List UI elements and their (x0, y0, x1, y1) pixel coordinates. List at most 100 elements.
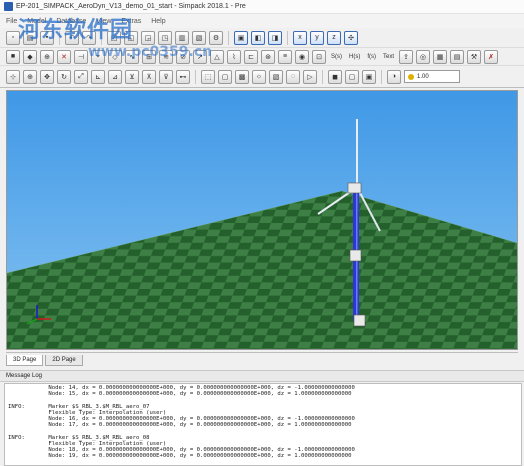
body-icon[interactable]: ■ (6, 49, 20, 64)
toolbar-separator (322, 69, 323, 84)
app-icon (4, 2, 13, 11)
axis-xyz-icon[interactable]: ✣ (344, 30, 358, 45)
background-icon[interactable]: ▧ (269, 69, 283, 84)
spline-icon[interactable]: ∿ (125, 49, 139, 64)
fit-icon[interactable]: ⤢ (74, 69, 88, 84)
menu-view[interactable]: View (96, 18, 111, 25)
sphere-icon[interactable]: ◑ (387, 69, 401, 84)
zoom-factor-field[interactable]: 1.00 (404, 70, 460, 83)
database-icon[interactable]: ◳ (158, 30, 172, 45)
show-joints-icon[interactable]: ⊻ (125, 69, 139, 84)
pan-icon[interactable]: ✥ (40, 69, 54, 84)
3d-viewport[interactable] (6, 90, 518, 350)
layers-icon[interactable]: ▤ (450, 49, 465, 64)
menu-file[interactable]: File (6, 18, 17, 25)
tower-mid-marker[interactable] (349, 249, 362, 262)
view-front-icon[interactable]: ▣ (234, 30, 248, 45)
cube-view-icon[interactable]: ◼ (328, 69, 342, 84)
transparency-icon[interactable]: ◌ (286, 69, 300, 84)
shading-icon[interactable]: ▩ (235, 69, 249, 84)
axis-y-icon[interactable]: y (310, 30, 324, 45)
control-icon[interactable]: ⊡ (312, 49, 326, 64)
toolbar-separator (195, 69, 196, 84)
animation-icon[interactable]: ▷ (303, 69, 317, 84)
select-icon[interactable]: ⊹ (6, 69, 20, 84)
menu-extras[interactable]: Extras (121, 18, 141, 25)
gear-pair-icon[interactable]: ⊛ (261, 49, 275, 64)
view-back-icon[interactable]: ◧ (251, 30, 265, 45)
settings-icon[interactable]: ⚙ (209, 30, 223, 45)
zoom-icon[interactable]: ⊕ (23, 69, 37, 84)
nacelle-marker[interactable] (347, 182, 362, 194)
export-icon[interactable]: ⇪ (399, 49, 414, 64)
show-sensors-icon[interactable]: ⊽ (159, 69, 173, 84)
globe-icon[interactable]: ◎ (416, 49, 431, 64)
main-toolbar: ▫ ▤ ▪ ↶ ↷ ◰ ◱ ◲ ◳ ▥ ▧ ⚙ ▣ ◧ ◨ x y z ✣ (0, 28, 524, 48)
grid-icon[interactable]: ▦ (433, 49, 448, 64)
toolbar-separator (228, 30, 229, 45)
wireframe-icon[interactable]: ▢ (218, 69, 232, 84)
tab-3d-page[interactable]: 3D Page (6, 355, 44, 366)
measure-icon[interactable]: ⊾ (91, 69, 105, 84)
menu-help[interactable]: Help (151, 18, 165, 25)
marker-icon[interactable]: ◆ (23, 49, 37, 64)
flex-body-icon[interactable]: ≋ (159, 49, 173, 64)
tower-base-marker[interactable] (353, 314, 366, 327)
brake-icon[interactable]: ⊘ (176, 49, 190, 64)
constraint-icon[interactable]: ⊣ (74, 49, 88, 64)
axis-z-icon[interactable]: z (327, 30, 341, 45)
message-log[interactable]: Node: 14, dx = 0.000000000000000E+000, d… (4, 383, 522, 466)
menu-bar: File Model Database View Extras Help (0, 14, 524, 28)
rail-icon[interactable]: ≡ (278, 49, 292, 64)
text-button[interactable]: Text (381, 54, 396, 60)
rotate-icon[interactable]: ↻ (57, 69, 71, 84)
properties-icon[interactable]: ▧ (192, 30, 206, 45)
assembly-icon[interactable]: ◱ (124, 30, 138, 45)
page-tabs: 3D Page 2D Page (6, 352, 518, 366)
wheel-icon[interactable]: ◉ (295, 49, 309, 64)
substructure-icon[interactable]: ◲ (141, 30, 155, 45)
wrench-icon[interactable]: ⚒ (467, 49, 482, 64)
menu-database[interactable]: Database (56, 18, 86, 25)
message-log-title: Message Log (6, 373, 43, 379)
triangle-icon[interactable]: △ (210, 49, 224, 64)
new-file-icon[interactable]: ▫ (6, 30, 20, 45)
frame-view-icon[interactable]: ▣ (362, 69, 376, 84)
undo-icon[interactable]: ↶ (65, 30, 79, 45)
modeling-toolbar: ■ ◆ ⊕ ✕ ⊣ ⌖ ◇ ∿ ⊞ ≋ ⊘ ↗ △ ⌇ ⊏ ⊛ ≡ ◉ ⊡ S(… (0, 48, 524, 66)
open-folder-icon[interactable]: ▤ (23, 30, 37, 45)
view-iso-icon[interactable]: ◨ (268, 30, 282, 45)
library-icon[interactable]: ▥ (175, 30, 189, 45)
lighting-icon[interactable]: ☼ (252, 69, 266, 84)
show-geometry-icon[interactable]: ⊷ (176, 69, 190, 84)
save-icon[interactable]: ▪ (40, 30, 54, 45)
show-markers-icon[interactable]: ⊿ (108, 69, 122, 84)
sms-button[interactable]: S(s) (329, 54, 344, 60)
substructure-ref-icon[interactable]: ⊞ (142, 49, 156, 64)
joint-icon[interactable]: ⊕ (40, 49, 54, 64)
delete-icon[interactable]: ✗ (484, 49, 499, 64)
spring-icon[interactable]: ⌇ (227, 49, 241, 64)
geometry-icon[interactable]: ◇ (108, 49, 122, 64)
show-forces-icon[interactable]: ⊼ (142, 69, 156, 84)
sensor-icon[interactable]: ⌖ (91, 49, 105, 64)
3d-scene[interactable] (7, 91, 517, 349)
model-icon[interactable]: ◰ (107, 30, 121, 45)
view-toolbar: ⊹ ⊕ ✥ ↻ ⤢ ⊾ ⊿ ⊻ ⊼ ⊽ ⊷ ⬚ ▢ ▩ ☼ ▧ ◌ ▷ ◼ ▢ … (0, 66, 524, 88)
hs-button[interactable]: H(s) (347, 54, 362, 60)
toolbar-separator (381, 69, 382, 84)
toolbar-separator (101, 30, 102, 45)
damper-icon[interactable]: ⊏ (244, 49, 258, 64)
toolbar-separator (59, 30, 60, 45)
zoom-factor-value: 1.00 (417, 73, 429, 80)
message-log-header: Message Log (0, 370, 524, 382)
force-element-icon[interactable]: ✕ (57, 49, 71, 64)
redo-icon[interactable]: ↷ (82, 30, 96, 45)
fs-button[interactable]: f(s) (365, 54, 378, 60)
axis-x-icon[interactable]: x (293, 30, 307, 45)
perspective-icon[interactable]: ⬚ (201, 69, 215, 84)
box-view-icon[interactable]: ▢ (345, 69, 359, 84)
arrow-icon[interactable]: ↗ (193, 49, 207, 64)
tab-2d-page[interactable]: 2D Page (45, 355, 83, 366)
menu-model[interactable]: Model (27, 18, 46, 25)
